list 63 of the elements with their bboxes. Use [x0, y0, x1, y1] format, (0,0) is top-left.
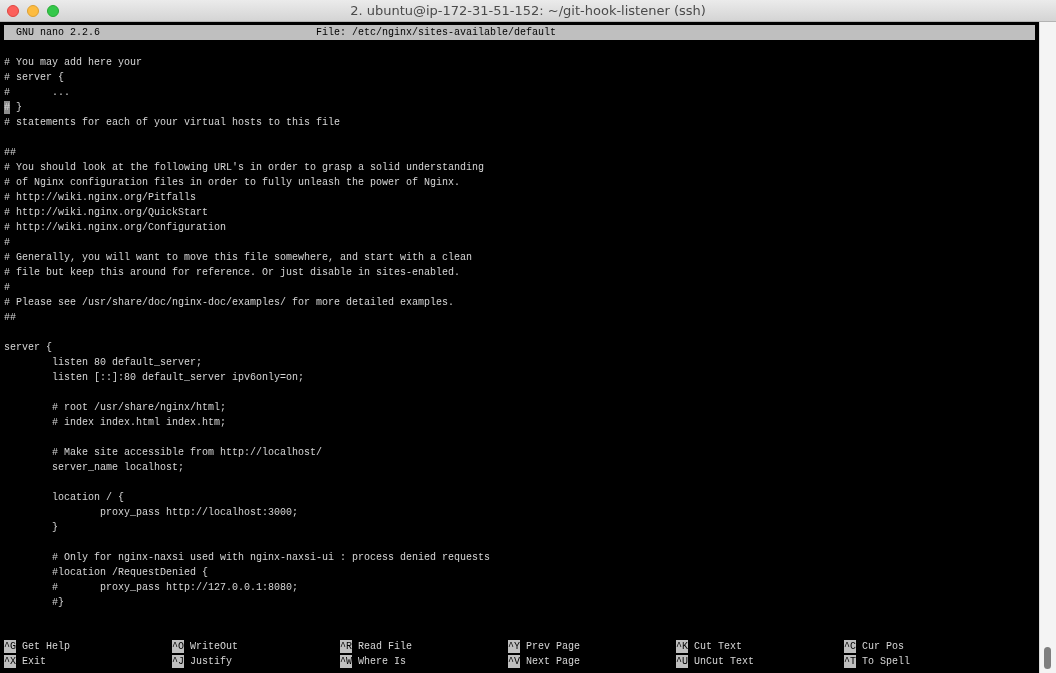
code-line: # file but keep this around for reference. Or just disable in sites-enabled.	[4, 267, 461, 278]
code-line: #	[4, 282, 10, 293]
shortcut-label: To Spell	[862, 655, 911, 669]
close-icon[interactable]	[7, 5, 19, 17]
code-line: # statements for each of your virtual hosts to this file	[4, 117, 341, 128]
code-line: listen 80 default_server;	[51, 357, 203, 368]
shortcut-label: Get Help	[22, 640, 71, 654]
code-line: #	[4, 237, 10, 248]
code-line: # http://wiki.nginx.org/QuickStart	[4, 207, 209, 218]
code-line: # ...	[4, 87, 71, 98]
code-line: # }	[4, 102, 22, 113]
nano-version: GNU nano 2.2.6	[16, 26, 101, 40]
code-line: # http://wiki.nginx.org/Pitfalls	[4, 192, 197, 203]
shortcut-key: ^V	[508, 655, 520, 668]
minimize-icon[interactable]	[27, 5, 39, 17]
code-line: #}	[51, 597, 65, 608]
code-line: # Only for nginx-naxsi used with nginx-naxsi-ui : process denied requests	[51, 552, 491, 563]
shortcut-label: Cut Text	[694, 640, 743, 654]
shortcut-key: ^U	[676, 655, 688, 668]
shortcut-label: Exit	[22, 655, 47, 669]
code-line: ##	[4, 147, 16, 158]
shortcut-key: ^T	[844, 655, 856, 668]
shortcut-key: ^C	[844, 640, 856, 653]
code-line: # Generally, you will want to move this file somewhere, and start with a clean	[4, 252, 473, 263]
scrollbar[interactable]	[1039, 22, 1056, 673]
code-line: }	[51, 522, 59, 533]
code-line: # index index.html index.htm;	[51, 417, 227, 428]
code-line: proxy_pass http://localhost:3000;	[99, 507, 299, 518]
shortcut-label: Where Is	[358, 655, 407, 669]
code-line: # Please see /usr/share/doc/nginx-doc/examples/ for more detailed examples.	[4, 297, 455, 308]
shortcut-key: ^O	[172, 640, 184, 653]
shortcut-key: ^Y	[508, 640, 520, 653]
shortcut-label: Cur Pos	[862, 640, 905, 654]
code-line: # proxy_pass http://127.0.0.1:8080;	[51, 582, 299, 593]
shortcut-label: Read File	[358, 640, 413, 654]
shortcut-key: ^W	[340, 655, 352, 668]
file-path: File: /etc/nginx/sites-available/default	[316, 26, 557, 40]
shortcut-label: Prev Page	[526, 640, 581, 654]
code-line: # of Nginx configuration files in order to fully unleash the power of Nginx.	[4, 177, 461, 188]
code-line: # server {	[4, 72, 64, 83]
code-line: ##	[4, 312, 16, 323]
shortcut-label: UnCut Text	[694, 655, 755, 669]
shortcut-label: Next Page	[526, 655, 581, 669]
shortcut-key: ^G	[4, 640, 16, 653]
shortcut-label: WriteOut	[190, 640, 239, 654]
shortcut-key: ^K	[676, 640, 688, 653]
code-line: # You should look at the following URL's in order to grasp a solid understanding	[4, 162, 485, 173]
shortcut-label: Justify	[190, 655, 233, 669]
shortcut-key: ^J	[172, 655, 184, 668]
code-line: # root /usr/share/nginx/html;	[51, 402, 227, 413]
code-line: listen [::]:80 default_server ipv6only=on;	[51, 372, 305, 383]
code-line: # http://wiki.nginx.org/Configuration	[4, 222, 227, 233]
code-line: location / {	[51, 492, 125, 503]
code-line: # You may add here your	[4, 57, 143, 68]
code-line: # Make site accessible from http://localhost/	[51, 447, 323, 458]
zoom-icon[interactable]	[47, 5, 59, 17]
code-line: #location /RequestDenied {	[51, 567, 209, 578]
code-line: server_name localhost;	[51, 462, 185, 473]
code-line: server {	[4, 342, 52, 353]
scroll-thumb[interactable]	[1044, 647, 1051, 669]
shortcut-key: ^X	[4, 655, 16, 668]
shortcut-key: ^R	[340, 640, 352, 653]
window-title: 2. ubuntu@ip-172-31-51-152: ~/git-hook-listener (ssh)	[350, 3, 706, 18]
